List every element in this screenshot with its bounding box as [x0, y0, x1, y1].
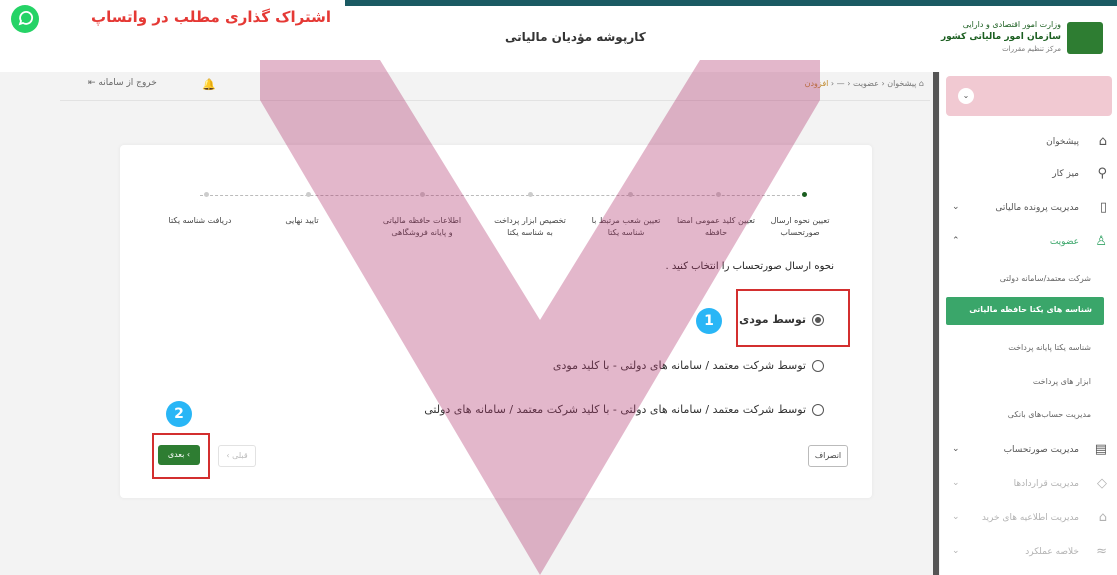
breadcrumb: ⌂ پیشخوان ‹ عضویت ‹ — ‹ افزودن	[804, 79, 924, 88]
chevron-down-icon: ⌄	[952, 444, 960, 454]
user-profile[interactable]: ⌄	[946, 76, 1112, 116]
logout-link[interactable]: ⇤ خروج از سامانه	[88, 78, 157, 88]
breadcrumb-item[interactable]: عضویت	[853, 79, 879, 88]
workspace-icon: ⚲	[1097, 166, 1107, 181]
sidebar-subitem-label: شناسه یکتا پایانه پرداخت	[1008, 343, 1091, 352]
chevron-down-icon[interactable]: ⌄	[958, 88, 974, 104]
tax-org-logo: وزارت امور اقتصادی و دارایی سازمان امور …	[941, 18, 1103, 64]
home-icon: ⌂	[918, 79, 924, 88]
chevron-down-icon: ⌄	[952, 202, 960, 212]
option-trusted-company-key[interactable]: توسط شرکت معتمد / سامانه های دولتی - با …	[424, 403, 824, 416]
emblem-icon	[1067, 22, 1103, 54]
option-label: توسط شرکت معتمد / سامانه های دولتی - با …	[552, 359, 806, 372]
step-label: تعیین کلید عمومی امضا حافظه	[676, 216, 756, 237]
sidebar-item-workspace[interactable]: ⚲ میز کار	[940, 162, 1117, 190]
sidebar-subitem-label: شرکت معتمد/سامانه دولتی	[999, 274, 1091, 283]
home-icon: ⌂	[1098, 134, 1107, 149]
sidebar-item-label: خلاصه عملکرد	[1025, 547, 1079, 557]
step-dot	[528, 192, 533, 197]
step-label: تعیین شعب مرتبط با شناسه یکتا	[591, 216, 661, 237]
file-icon: ▯	[1099, 200, 1107, 215]
chart-icon: ≈	[1096, 544, 1107, 559]
chevron-down-icon: ⌄	[952, 478, 960, 488]
sidebar-item-contracts[interactable]: ◇ مدیریت قراردادها ⌄	[940, 472, 1117, 500]
logo-line3: مرکز تنظیم مقررات	[1002, 45, 1061, 53]
radio-icon[interactable]	[812, 404, 824, 416]
breadcrumb-current: افزودن	[804, 79, 829, 88]
steps-line	[200, 195, 800, 196]
sidebar-subitem-payment-terminal[interactable]: شناسه یکتا پایانه پرداخت	[940, 335, 1117, 363]
breadcrumb-item: —	[836, 79, 845, 88]
sidebar-item-label: مدیریت اطلاعیه های خرید	[981, 513, 1079, 523]
sidebar-item-label: عضویت	[1049, 237, 1079, 247]
step-badge: 2	[166, 401, 192, 427]
step-dot	[716, 192, 721, 197]
sidebar: ⌄ ⌂ پیشخوان ⚲ میز کار ▯ مدیریت پرونده ما…	[940, 72, 1117, 575]
bag-icon: ⌂	[1098, 510, 1107, 525]
sidebar-item-tax-file[interactable]: ▯ مدیریت پرونده مالیاتی ⌄	[940, 196, 1117, 224]
app-title: کارپوشه مؤدیان مالیاتی	[505, 30, 646, 44]
chevron-down-icon: ⌄	[952, 546, 960, 556]
logo-line1: وزارت امور اقتصادی و دارایی	[962, 20, 1061, 29]
sidebar-item-label: مدیریت صورتحساب	[1003, 445, 1079, 455]
user-icon: ♙	[1095, 234, 1107, 249]
step-label: اطلاعات حافظه مالیاتی و پایانه فروشگاهی	[382, 216, 462, 237]
option-label: توسط شرکت معتمد / سامانه های دولتی - با …	[424, 403, 806, 416]
wizard-card: تعیین نحوه ارسال صورتحساب تعیین کلید عمو…	[120, 145, 872, 498]
step-label: تخصیص ابزار پرداخت به شناسه یکتا	[494, 216, 566, 237]
sidebar-item-membership[interactable]: ♙ عضویت ⌃	[940, 230, 1117, 258]
step-label: تعیین نحوه ارسال صورتحساب	[770, 216, 830, 237]
invoice-icon: ▤	[1094, 442, 1107, 457]
sidebar-item-invoices[interactable]: ▤ مدیریت صورتحساب ⌄	[940, 438, 1117, 466]
sidebar-item-purchase-notices[interactable]: ⌂ مدیریت اطلاعیه های خرید ⌄	[940, 506, 1117, 534]
whatsapp-icon	[11, 5, 39, 33]
sidebar-item-dashboard[interactable]: ⌂ پیشخوان	[940, 130, 1117, 158]
step-badge: 1	[696, 308, 722, 334]
chevron-up-icon: ⌃	[952, 236, 960, 246]
step-dot	[628, 192, 633, 197]
breadcrumb-item[interactable]: پیشخوان	[887, 79, 916, 88]
sidebar-item-performance[interactable]: ≈ خلاصه عملکرد ⌄	[940, 540, 1117, 568]
sidebar-subitem-label: مدیریت حساب‌های بانکی	[1007, 410, 1091, 419]
bell-icon[interactable]: 🔔	[202, 78, 216, 91]
step-dot	[306, 192, 311, 197]
radio-icon[interactable]	[812, 360, 824, 372]
cancel-button[interactable]: انصراف	[808, 445, 848, 467]
chevron-down-icon: ⌄	[952, 512, 960, 522]
sidebar-item-label: میز کار	[1052, 169, 1079, 179]
contract-icon: ◇	[1097, 476, 1107, 491]
sidebar-item-label: مدیریت پرونده مالیاتی	[995, 203, 1079, 213]
sidebar-subitem-memory-ids[interactable]: شناسه های یکتا حافظه مالیاتی	[946, 297, 1104, 325]
wizard-steps: تعیین نحوه ارسال صورتحساب تعیین کلید عمو…	[120, 185, 872, 245]
sidebar-subitem-bank-accounts[interactable]: مدیریت حساب‌های بانکی	[940, 402, 1117, 430]
highlight-box	[152, 433, 210, 479]
sidebar-item-label: مدیریت قراردادها	[1013, 479, 1079, 489]
sidebar-subitem-label: ابزار های پرداخت	[1032, 377, 1091, 386]
sidebar-subitem-trusted-company[interactable]: شرکت معتمد/سامانه دولتی	[940, 266, 1117, 294]
sidebar-subitem-label: شناسه های یکتا حافظه مالیاتی	[969, 305, 1092, 314]
logo-line2: سازمان امور مالیاتی کشور	[940, 32, 1061, 42]
step-dot-active	[802, 192, 807, 197]
option-trusted-taxpayer-key[interactable]: توسط شرکت معتمد / سامانه های دولتی - با …	[553, 359, 824, 372]
sub-bar: ⇤ خروج از سامانه 🔔 ⌂ پیشخوان ‹ عضویت ‹ —…	[60, 72, 930, 101]
prev-button[interactable]: ‹ قبلی	[218, 445, 256, 467]
sidebar-item-label: پیشخوان	[1046, 137, 1079, 147]
highlight-box	[736, 289, 850, 347]
step-dot	[204, 192, 209, 197]
whatsapp-share-banner[interactable]: اشتراک گذاری مطلب در واتساپ	[0, 0, 345, 36]
logout-label: خروج از سامانه	[98, 78, 157, 88]
step-label: تایید نهایی	[285, 216, 319, 225]
step-dot	[420, 192, 425, 197]
share-text: اشتراک گذاری مطلب در واتساپ	[91, 8, 331, 26]
sidebar-subitem-payment-tools[interactable]: ابزار های پرداخت	[940, 369, 1117, 397]
scrollbar[interactable]	[933, 72, 939, 575]
step-label: دریافت شناسه یکتا	[168, 216, 232, 225]
send-method-question: نحوه ارسال صورتحساب را انتخاب کنید .	[665, 261, 834, 272]
